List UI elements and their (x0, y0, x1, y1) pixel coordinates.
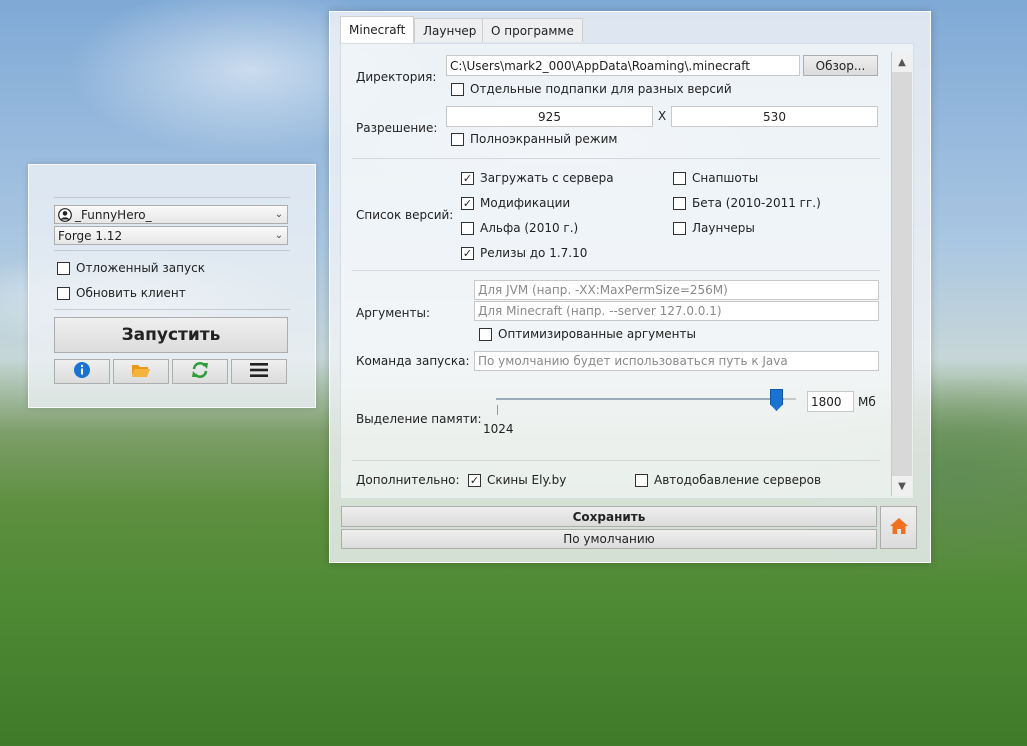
from-server-label: Загружать с сервера (480, 171, 614, 185)
optimized-args-checkbox[interactable]: Оптимизированные аргументы (479, 327, 696, 341)
checkbox-box[interactable]: ✓ (461, 171, 474, 185)
snapshots-label: Снапшоты (692, 171, 759, 185)
checkbox-box[interactable] (57, 261, 70, 275)
menu-icon (250, 363, 268, 380)
account-name: _FunnyHero_ (75, 207, 152, 222)
launch-button[interactable]: Запустить (54, 317, 288, 353)
user-icon (58, 207, 72, 222)
releases-checkbox[interactable]: ✓ Релизы до 1.7.10 (461, 246, 587, 260)
extra-label: Дополнительно: (356, 473, 460, 487)
releases-label: Релизы до 1.7.10 (480, 246, 588, 260)
checkbox-box[interactable]: ✓ (461, 196, 474, 210)
background-ground (0, 560, 1027, 746)
checkbox-box[interactable] (673, 171, 686, 185)
memory-min-label: 1024 (483, 422, 514, 436)
fullscreen-label: Полноэкранный режим (470, 132, 618, 146)
height-field[interactable]: 530 (671, 106, 878, 127)
divider (54, 250, 290, 251)
directory-label: Директория: (356, 70, 437, 84)
chevron-up-icon: ▲ (898, 56, 906, 68)
optimized-args-label: Оптимизированные аргументы (498, 327, 696, 341)
command-input[interactable]: По умолчанию будет использоваться путь к… (474, 351, 879, 371)
directory-field[interactable]: C:\Users\mark2_000\AppData\Roaming\.mine… (446, 55, 800, 76)
auto-servers-label: Автодобавление серверов (654, 473, 822, 487)
memory-input[interactable]: 1800 (807, 391, 854, 412)
chevron-down-icon: ▼ (898, 480, 906, 492)
delayed-launch-checkbox[interactable]: Отложенный запуск (57, 261, 205, 275)
refresh-button[interactable] (172, 359, 228, 384)
memory-slider-track[interactable] (496, 398, 796, 400)
memory-label: Выделение памяти: (356, 412, 482, 426)
version-name: Forge 1.12 (58, 228, 123, 243)
checkbox-box[interactable] (673, 221, 686, 235)
checkbox-box[interactable] (451, 132, 464, 146)
checkbox-box[interactable] (479, 327, 492, 341)
jvm-args-input[interactable]: Для JVM (напр. -XX:MaxPermSize=256M) (474, 280, 879, 300)
versions-label: Список версий: (356, 208, 454, 222)
info-button[interactable] (54, 359, 110, 384)
alpha-checkbox[interactable]: Альфа (2010 г.) (461, 221, 578, 235)
open-folder-button[interactable] (113, 359, 169, 384)
width-field[interactable]: 925 (446, 106, 653, 127)
folder-icon (131, 362, 151, 381)
slider-tick (497, 405, 498, 415)
chevron-down-icon: ⌄ (274, 209, 284, 220)
checkbox-box[interactable]: ✓ (468, 473, 481, 487)
launchers-checkbox[interactable]: Лаунчеры (673, 221, 755, 235)
tab-about[interactable]: О программе (482, 18, 583, 42)
save-button[interactable]: Сохранить (341, 506, 877, 527)
scrollbar[interactable]: ▲ ▼ (891, 52, 912, 496)
auto-servers-checkbox[interactable]: Автодобавление серверов (635, 473, 821, 487)
tab-minecraft[interactable]: Minecraft (340, 16, 415, 43)
home-icon (889, 518, 908, 537)
divider (352, 270, 880, 271)
x-separator: X (658, 109, 667, 123)
mods-label: Модификации (480, 196, 571, 210)
beta-checkbox[interactable]: Бета (2010-2011 гг.) (673, 196, 821, 210)
separate-folders-checkbox[interactable]: Отдельные подпапки для разных версий (451, 82, 732, 96)
checkbox-box[interactable] (57, 286, 70, 300)
checkbox-box[interactable] (461, 221, 474, 235)
mods-checkbox[interactable]: ✓ Модификации (461, 196, 570, 210)
launchers-label: Лаунчеры (692, 221, 755, 235)
update-client-checkbox[interactable]: Обновить клиент (57, 286, 186, 300)
ely-skins-checkbox[interactable]: ✓ Скины Ely.by (468, 473, 566, 487)
divider (352, 460, 880, 461)
scroll-up-button[interactable]: ▲ (892, 52, 912, 72)
account-select[interactable]: _FunnyHero_ ⌄ (54, 205, 288, 224)
version-select[interactable]: Forge 1.12 ⌄ (54, 226, 288, 245)
default-button[interactable]: По умолчанию (341, 529, 877, 549)
checkbox-box[interactable] (451, 82, 464, 96)
scroll-down-button[interactable]: ▼ (892, 476, 912, 496)
alpha-label: Альфа (2010 г.) (480, 221, 579, 235)
ely-skins-label: Скины Ely.by (487, 473, 567, 487)
memory-unit: Мб (858, 395, 876, 409)
resolution-label: Разрешение: (356, 121, 438, 135)
refresh-icon (191, 361, 209, 382)
info-icon (73, 361, 91, 382)
checkbox-box[interactable] (635, 473, 648, 487)
memory-slider-fill (496, 398, 784, 400)
delayed-launch-label: Отложенный запуск (76, 261, 205, 275)
divider (352, 158, 880, 159)
minecraft-args-input[interactable]: Для Minecraft (напр. --server 127.0.0.1) (474, 301, 879, 321)
menu-button[interactable] (231, 359, 287, 384)
update-client-label: Обновить клиент (76, 286, 186, 300)
divider (54, 197, 290, 198)
divider (54, 309, 290, 310)
checkbox-box[interactable]: ✓ (461, 246, 474, 260)
arguments-label: Аргументы: (356, 306, 431, 320)
beta-label: Бета (2010-2011 гг.) (692, 196, 821, 210)
snapshots-checkbox[interactable]: Снапшоты (673, 171, 758, 185)
home-button[interactable] (880, 506, 917, 549)
fullscreen-checkbox[interactable]: Полноэкранный режим (451, 132, 617, 146)
tab-launcher[interactable]: Лаунчер (414, 18, 486, 42)
browse-button[interactable]: Обзор... (803, 55, 878, 76)
separate-folders-label: Отдельные подпапки для разных версий (470, 82, 732, 96)
chevron-down-icon: ⌄ (274, 230, 284, 241)
checkbox-box[interactable] (673, 196, 686, 210)
from-server-checkbox[interactable]: ✓ Загружать с сервера (461, 171, 614, 185)
command-label: Команда запуска: (356, 354, 470, 368)
